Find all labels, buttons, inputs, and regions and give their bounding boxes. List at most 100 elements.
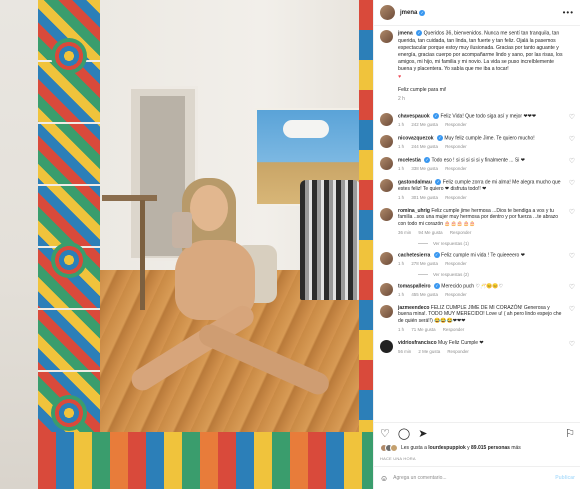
comment-likes[interactable]: 301 Me gusta	[411, 195, 438, 200]
reply-button[interactable]: Responder	[447, 349, 468, 354]
heart-icon[interactable]: ♡	[565, 283, 575, 299]
commenter-avatar[interactable]	[380, 304, 393, 318]
likes-count[interactable]: 89.015 personas	[471, 445, 510, 451]
heart-icon[interactable]: ♡	[565, 340, 575, 356]
comment-text: Merecido puch ♡🥂😊😊♡	[441, 283, 504, 290]
mirror-medallion	[51, 395, 87, 431]
commenter-username[interactable]: chavespauok	[398, 114, 430, 120]
comment-item: gastondalmau ✓ Feliz cumple zorra de mi …	[380, 178, 575, 202]
comment-likes[interactable]: 71 Me gusta	[411, 327, 435, 332]
likes-middle: y	[467, 445, 470, 451]
heart-icon[interactable]: ♡	[565, 113, 575, 129]
comment-item: chavespauok ✓ Feliz Vida! Que todo siga …	[380, 113, 575, 129]
comment-item: vidriosfrancisco Muy Feliz Cumple ❤ 56 m…	[380, 339, 575, 356]
heart-icon[interactable]: ♡	[565, 208, 575, 237]
commenter-avatar[interactable]	[380, 178, 393, 192]
commenter-avatar[interactable]	[380, 282, 393, 296]
heart-icon[interactable]: ♡	[380, 427, 390, 440]
comments-list[interactable]: jmena ✓ Queridos 36, bienvenidos. Nunca …	[374, 27, 580, 422]
photo-phone	[172, 212, 192, 248]
likes-prefix: Les gusta a	[401, 445, 427, 451]
comment-text: Feliz cumple mi vida ! Te quieeeero ❤	[441, 252, 525, 259]
commenter-avatar[interactable]	[380, 207, 393, 221]
comment-likes[interactable]: 338 Me gusta	[411, 166, 438, 171]
likes-user[interactable]: lourdespuppiok	[428, 445, 466, 451]
comment-likes[interactable]: 244 Me gusta	[411, 144, 438, 149]
post-header: jmena ✓ •••	[374, 0, 580, 26]
heart-icon[interactable]: ♡	[565, 252, 575, 268]
author-avatar[interactable]	[380, 5, 395, 20]
reply-button[interactable]: Responder	[445, 144, 466, 149]
comment-item: jazmeendeco FELIZ CUMPLE JIME DE MI CORA…	[380, 304, 575, 334]
comment-text: Todo eso ! si si si si si y finalmente .…	[431, 157, 525, 164]
share-icon[interactable]: ➤	[418, 427, 427, 440]
photo-person-head	[190, 185, 228, 231]
commenter-avatar[interactable]	[380, 251, 393, 265]
photo-table	[102, 195, 157, 201]
commenter-avatar[interactable]	[380, 135, 393, 149]
likes-summary: Les gusta a lourdespuppiok y 89.015 pers…	[380, 444, 521, 452]
comment-likes[interactable]: 2 Me gusta	[418, 349, 440, 354]
commenter-username[interactable]: nicovazquezok	[398, 135, 434, 141]
comment-time: 56 min	[398, 348, 412, 354]
more-options-icon[interactable]: •••	[563, 8, 574, 17]
comment-time: 1 h	[398, 166, 405, 172]
verified-badge-icon: ✓	[433, 282, 440, 289]
commenter-avatar[interactable]	[380, 157, 393, 171]
mirror-medallion	[51, 242, 87, 278]
verified-badge-icon: ✓	[424, 157, 431, 164]
commenter-username[interactable]: mcelestia	[398, 157, 421, 163]
photo-painting-cloud	[283, 120, 329, 138]
reply-button[interactable]: Responder	[445, 195, 466, 200]
reply-button[interactable]: Responder	[445, 122, 466, 127]
comment-likes[interactable]: 278 Me gusta	[411, 261, 438, 266]
commenter-username[interactable]: gastondalmau	[398, 179, 432, 185]
comment-time: 1 h	[398, 144, 405, 150]
author-username[interactable]: jmena	[400, 10, 417, 16]
post-actions-bar: ♡ ◯ ➤ ⚐	[374, 422, 580, 444]
emoji-icon[interactable]: ☺	[380, 474, 388, 483]
commenter-username[interactable]: tomaspalleiro	[398, 283, 431, 289]
heart-icon[interactable]: ♡	[565, 305, 575, 334]
comment-likes[interactable]: 455 Me gusta	[411, 292, 438, 297]
reply-button[interactable]: Responder	[445, 292, 466, 297]
post-photo[interactable]	[0, 0, 373, 489]
comment-input[interactable]	[393, 475, 534, 481]
verified-badge-icon: ✓	[433, 251, 440, 258]
commenter-avatar[interactable]	[380, 113, 393, 127]
heart-icon[interactable]: ♡	[565, 135, 575, 151]
heart-icon[interactable]: ♡	[565, 179, 575, 202]
caption-username[interactable]: jmena	[398, 30, 413, 36]
mirror-frame-right	[359, 0, 373, 489]
verified-badge-icon: ✓	[435, 178, 442, 185]
comment-likes[interactable]: 242 Me gusta	[411, 122, 438, 127]
post-side-panel: jmena ✓ ••• jmena ✓ Queridos 36, bienven…	[373, 0, 580, 489]
heart-icon[interactable]: ♡	[565, 157, 575, 173]
reply-button[interactable]: Responder	[445, 261, 466, 266]
comment-text: Muy Feliz Cumple ❤	[438, 339, 484, 346]
view-replies-button[interactable]: Ver respuestas (2)	[418, 272, 575, 277]
bookmark-icon[interactable]: ⚐	[565, 427, 575, 440]
mirror-medallion	[51, 38, 87, 74]
add-comment-bar: ☺ Publicar	[374, 466, 580, 489]
comment-time: 1 h	[398, 327, 405, 333]
post-comment-button[interactable]: Publicar	[555, 475, 575, 481]
author-avatar[interactable]	[380, 30, 393, 43]
view-replies-button[interactable]: Ver respuestas (1)	[418, 241, 575, 246]
commenter-username[interactable]: cachetesierra	[398, 252, 430, 258]
comment-likes[interactable]: 94 Me gusta	[418, 230, 442, 235]
commenter-username[interactable]: jazmeendeco	[398, 305, 429, 311]
comment-text: Muy feliz cumple Jime. Te quiero mucho!	[444, 135, 535, 142]
reply-button[interactable]: Responder	[445, 166, 466, 171]
post-caption: jmena ✓ Queridos 36, bienvenidos. Nunca …	[380, 30, 575, 103]
commenter-avatar[interactable]	[380, 339, 393, 353]
photo-table-leg	[140, 200, 145, 310]
comment-icon[interactable]: ◯	[398, 427, 410, 440]
caption-heart: ♥	[398, 73, 402, 80]
comment-time: 1 h	[398, 291, 405, 297]
commenter-username[interactable]: romina_uhrig	[398, 208, 430, 214]
comment-item: tomaspalleiro ✓ Merecido puch ♡🥂😊😊♡ 1 h …	[380, 282, 575, 299]
reply-button[interactable]: Responder	[450, 230, 471, 235]
commenter-username[interactable]: vidriosfrancisco	[398, 340, 437, 346]
reply-button[interactable]: Responder	[443, 327, 464, 332]
